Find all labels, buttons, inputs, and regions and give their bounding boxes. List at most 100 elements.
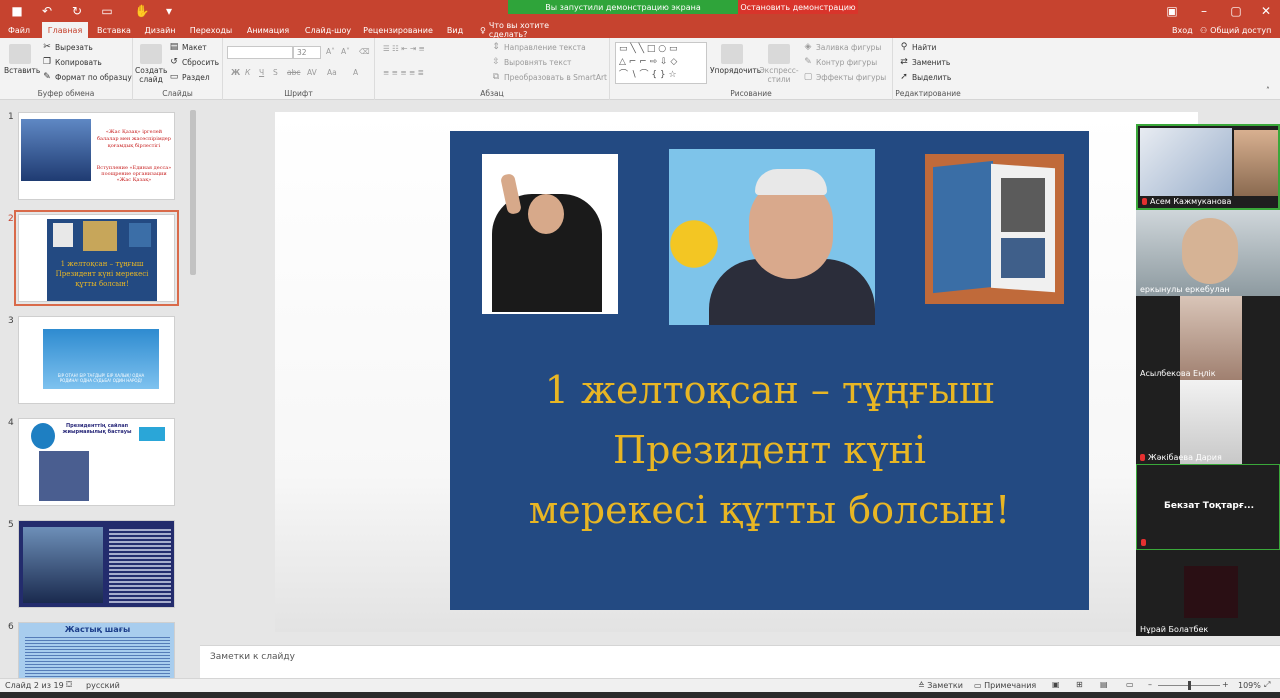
slide-text-line-2: Президент күні [612,428,927,472]
share-button[interactable]: ⚇ Общий доступ [1200,22,1271,38]
tab-review[interactable]: Рецензирование [362,22,434,38]
ribbon: Вставить ✂ Вырезать ❐ Копировать ✎ Формат п… [0,38,1280,100]
shadow-button[interactable]: S [273,68,278,77]
strikethrough-button[interactable]: abc [287,68,300,77]
char-spacing-button[interactable]: AV [307,68,317,77]
cut-button[interactable]: ✂ Вырезать [42,42,93,52]
zoom-in-icon[interactable]: + [1222,680,1229,689]
undo-icon[interactable]: ↶ [38,2,56,20]
align-icons[interactable]: ≡ ≡ ≡ ≡ ≣ [383,68,424,77]
start-slideshow-icon[interactable]: ▭ [98,2,116,20]
tab-file[interactable]: Файл [4,22,34,38]
redo-icon[interactable]: ↻ [68,2,86,20]
zoom-slider-thumb[interactable] [1188,681,1191,690]
slide-sorter-icon[interactable]: ⊞ [1076,680,1083,689]
quick-styles-button[interactable]: Экспресс-стили [758,44,800,84]
replace-button[interactable]: ⇄ Заменить [899,57,950,67]
slide-title-textbox[interactable]: 1 желтоқсан – тұңғыш Президент күні мере… [450,360,1089,540]
slide-thumbnail-6[interactable]: Жастық шағы [18,622,175,678]
participant-tile[interactable]: Асем Кажмуканова [1136,124,1280,210]
slideshow-view-icon[interactable]: ▭ [1126,680,1134,689]
notes-pane[interactable]: Заметки к слайду [200,645,1280,678]
align-text-button[interactable]: ⇳ Выровнять текст [491,57,571,67]
section-label: Раздел [182,72,210,82]
clear-format-icon[interactable]: ⌫ [359,47,370,56]
tab-view[interactable]: Вид [440,22,470,38]
fit-slide-icon[interactable]: ⤢ [1264,680,1270,690]
tab-insert[interactable]: Вставка [92,22,136,38]
tab-animations[interactable]: Анимация [242,22,294,38]
zoom-out-icon[interactable]: – [1148,680,1152,689]
shape-outline-button[interactable]: ✎ Контур фигуры [803,57,877,67]
stop-share-button[interactable]: Остановить демонстрацию [738,0,858,14]
drawing-group: ▭ ╲ ╲ □ ○ ▭ △ ⌐ ⌐ ⇨ ⇩ ◇ ⌒ ∖ ⌒ { } ☆ Упоряд… [610,38,893,100]
copy-button[interactable]: ❐ Копировать [42,57,102,67]
ribbon-display-icon[interactable]: ▣ [1160,2,1184,20]
slide-thumbnail-3[interactable]: БІР ОТАН! БІР ТАҒДЫР! БІР ХАЛЫҚ! ОДНА РО… [18,316,175,404]
bold-button[interactable]: Ж [231,68,240,77]
decrease-font-icon[interactable]: A˅ [341,47,350,56]
tell-me-search[interactable]: ♀ Что вы хотите сделать? [480,21,590,39]
shape-fill-button[interactable]: ◈ Заливка фигуры [803,42,882,52]
photo-portrait[interactable] [669,149,875,325]
select-button[interactable]: ➚ Выделить [899,72,951,82]
comments-toggle[interactable]: ▭ Примечания [974,681,1036,690]
section-button[interactable]: ▭ Раздел [169,72,210,82]
participant-tile[interactable]: Бекзат Тоқтарғ... [1136,464,1280,550]
smartart-button[interactable]: ⧉ Преобразовать в SmartArt [491,72,607,82]
thumbnail-scroll-thumb[interactable] [190,110,196,275]
tab-transitions[interactable]: Переходы [186,22,236,38]
thumb-text-lines [109,529,171,603]
collapse-ribbon-icon[interactable]: ˄ [1266,86,1270,95]
language-indicator[interactable]: русский [86,681,120,690]
find-button[interactable]: ⚲ Найти [899,42,937,52]
bullets-icon[interactable]: ☰ ☷ ⇤ ⇥ ≡ [383,44,425,53]
shapes-gallery[interactable]: ▭ ╲ ╲ □ ○ ▭ △ ⌐ ⌐ ⇨ ⇩ ◇ ⌒ ∖ ⌒ { } ☆ [615,42,707,84]
participant-tile[interactable]: Асылбекова Еңлік [1136,296,1280,380]
tab-design[interactable]: Дизайн [140,22,180,38]
reading-view-icon[interactable]: ▤ [1100,680,1108,689]
arrange-button[interactable]: Упорядочить [710,44,761,75]
tab-home[interactable]: Главная [42,22,88,38]
font-color-button[interactable]: A [353,68,358,77]
spellcheck-icon[interactable]: ⛋ [66,680,72,690]
new-slide-button[interactable]: Создать слайд [135,44,167,84]
slide-thumbnail-5[interactable] [18,520,175,608]
participant-tile[interactable]: еркынулы еркебулан [1136,210,1280,296]
sign-in-link[interactable]: Вход [1172,22,1193,38]
stop-share-label: Остановить демонстрацию [740,2,856,12]
layout-button[interactable]: ▤ Макет [169,42,207,52]
customize-toolbar-icon[interactable]: ▾ [160,2,178,20]
increase-font-icon[interactable]: A˄ [326,47,335,56]
maximize-icon[interactable]: ▢ [1224,2,1248,20]
notes-toggle[interactable]: ≙ Заметки [918,681,963,690]
change-case-button[interactable]: Aa [327,68,337,77]
tab-slideshow[interactable]: Слайд-шоу [300,22,356,38]
slide-thumbnail-1[interactable]: «Жас Қазақ» іргелей балалар мен жасөспір… [18,112,175,200]
photo-book[interactable] [925,154,1064,304]
thumb-text: Президенттің сайлап жиырмаяылық бастауы [62,423,132,435]
normal-view-icon[interactable]: ▣ [1052,680,1060,689]
font-size-field[interactable]: 32 [293,46,321,59]
font-name-field[interactable] [227,46,293,59]
underline-button[interactable]: Ч [259,68,264,77]
smartart-icon: ⧉ [492,72,500,82]
photo-waving[interactable] [482,154,618,314]
format-painter-button[interactable]: ✎ Формат по образцу [42,72,132,82]
text-direction-button[interactable]: ⇕ Направление текста [491,42,585,52]
thumb-photo [23,527,103,603]
save-icon[interactable]: ■ [8,2,26,20]
reset-button[interactable]: ↺ Сбросить [169,57,219,67]
participant-tile[interactable]: Жәкібаева Дария [1136,380,1280,464]
thumb-photo [21,119,91,181]
shape-effects-button[interactable]: ▢ Эффекты фигуры [803,72,887,82]
minimize-icon[interactable]: – [1192,2,1216,20]
zoom-level[interactable]: 109% [1238,681,1261,690]
paste-button[interactable]: Вставить [4,44,40,75]
touch-mode-icon[interactable]: ✋ [133,2,151,20]
slide-thumbnail-2[interactable]: 1 желтоқсан – тұңғыш Президент күні мере… [14,210,179,306]
italic-button[interactable]: К [245,68,250,77]
slide-thumbnail-4[interactable]: Президенттің сайлап жиырмаяылық бастауы [18,418,175,506]
close-icon[interactable]: ✕ [1254,2,1278,20]
participant-tile[interactable]: Нұрай Болатбек [1136,550,1280,636]
